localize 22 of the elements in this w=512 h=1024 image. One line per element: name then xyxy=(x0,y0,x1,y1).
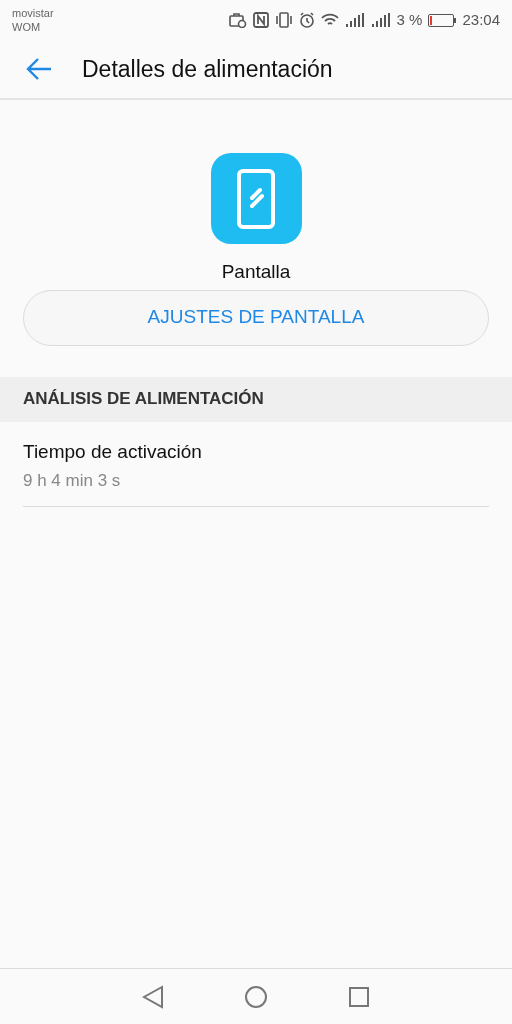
battery-percent: 3 % xyxy=(396,9,423,30)
battery-icon xyxy=(428,13,457,27)
clock-time: 23:04 xyxy=(462,9,500,30)
recents-button[interactable] xyxy=(348,985,370,1008)
page-title: Detalles de alimentación xyxy=(82,54,333,84)
carrier-name: movistar xyxy=(12,6,54,20)
home-button[interactable] xyxy=(244,984,268,1009)
alarm-icon xyxy=(298,12,315,28)
signal-icon xyxy=(370,13,391,27)
signal-icon xyxy=(344,13,365,27)
briefcase-icon xyxy=(228,12,247,28)
list-item[interactable]: Tiempo de activación 9 h 4 min 3 s xyxy=(23,421,489,507)
nfc-icon xyxy=(252,12,269,28)
vibrate-icon xyxy=(274,12,293,28)
app-name: Pantalla xyxy=(221,260,291,284)
phone-app-icon xyxy=(210,153,302,244)
item-title: Tiempo de activación xyxy=(23,439,203,464)
section-header: ANÁLISIS DE ALIMENTACIÓN xyxy=(23,388,264,411)
carrier-name: WOM xyxy=(12,20,42,34)
back-nav-button[interactable] xyxy=(142,984,164,1009)
wifi-icon xyxy=(320,13,339,27)
item-value: 9 h 4 min 3 s xyxy=(23,470,122,492)
